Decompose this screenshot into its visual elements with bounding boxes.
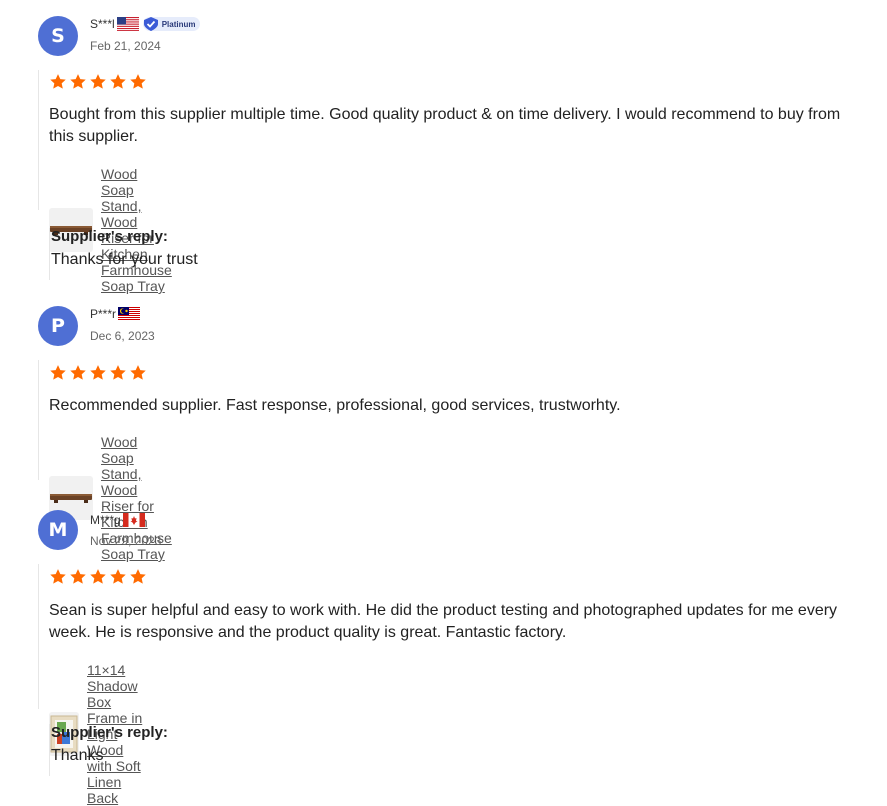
- reviewer-name: S***l: [90, 17, 115, 31]
- star-icon: [90, 74, 106, 89]
- reviewer-name-row: M***g: [90, 513, 145, 527]
- star-rating: [49, 364, 147, 382]
- review-body: Bought from this supplier multiple time.…: [38, 70, 840, 294]
- star-icon: [70, 569, 86, 584]
- review-date: Feb 21, 2024: [90, 39, 161, 53]
- star-icon: [130, 569, 146, 584]
- supplier-reply: Supplier's reply: Thanks for your trust: [49, 228, 198, 280]
- star-icon: [70, 74, 86, 89]
- wood-tray-icon: [50, 494, 92, 503]
- reply-title: Supplier's reply:: [51, 228, 168, 245]
- star-icon: [70, 365, 86, 380]
- review-text: Recommended supplier. Fast response, pro…: [49, 397, 621, 414]
- star-icon: [50, 365, 66, 380]
- star-icon: [90, 365, 106, 380]
- review-date: Dec 6, 2023: [90, 329, 155, 343]
- platinum-badge: Platinum: [142, 17, 201, 31]
- star-icon: [90, 569, 106, 584]
- star-icon: [130, 365, 146, 380]
- avatar: S: [38, 16, 78, 56]
- malaysia-flag-icon: [118, 307, 141, 321]
- avatar: P: [38, 306, 78, 346]
- star-rating: [49, 568, 147, 586]
- reviewer-name-row: P***r: [90, 307, 141, 321]
- verified-shield-icon: [143, 17, 158, 31]
- review-date: Nov 29, 2023: [90, 534, 162, 548]
- reply-text: Thanks for your trust: [51, 251, 198, 268]
- star-icon: [50, 569, 66, 584]
- supplier-reply: Supplier's reply: Thanks: [49, 724, 168, 776]
- reviewer-name: M***g: [90, 513, 121, 527]
- reply-title: Supplier's reply:: [51, 724, 168, 741]
- avatar: M: [38, 510, 78, 550]
- star-rating: [49, 73, 147, 91]
- star-icon: [110, 365, 126, 380]
- canada-flag-icon: [122, 513, 145, 527]
- review-body: Recommended supplier. Fast response, pro…: [38, 360, 621, 562]
- star-icon: [110, 569, 126, 584]
- review-body: Sean is super helpful and easy to work w…: [38, 564, 837, 806]
- star-icon: [110, 74, 126, 89]
- reviewer-name: P***r: [90, 307, 117, 321]
- review-text: Sean is super helpful and easy to work w…: [49, 602, 838, 641]
- review-text: Bought from this supplier multiple time.…: [49, 106, 841, 145]
- reply-text: Thanks: [51, 747, 104, 764]
- star-icon: [130, 74, 146, 89]
- us-flag-icon: [116, 17, 139, 31]
- star-icon: [50, 74, 66, 89]
- reviewer-name-row: S***l Platinum: [90, 17, 201, 31]
